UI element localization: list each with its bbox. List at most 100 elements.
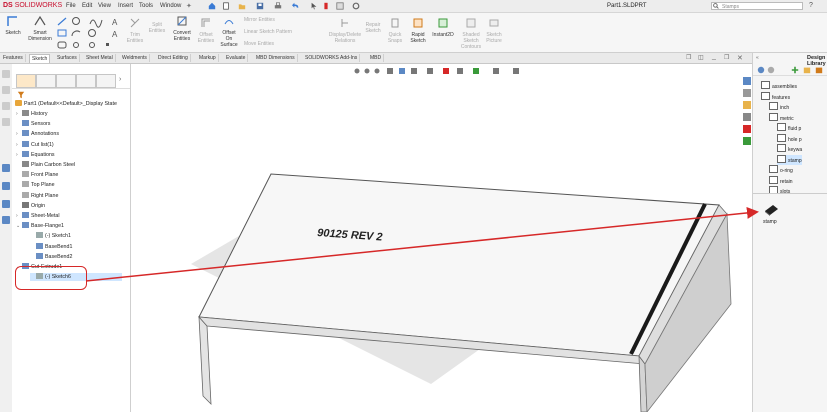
configuration-manager-tab[interactable] xyxy=(56,74,76,88)
tree-item[interactable]: Front Plane xyxy=(16,171,58,179)
display-delete-relations-button[interactable]: Display/Delete Relations xyxy=(328,17,362,44)
move-entities-button[interactable]: Move Entities xyxy=(244,41,274,47)
back-icon[interactable] xyxy=(757,66,765,74)
convert-entities-button[interactable]: Convert Entities xyxy=(170,15,194,42)
appearances-tab[interactable] xyxy=(743,125,751,133)
resources-tab[interactable] xyxy=(743,77,751,85)
tab-features[interactable]: Features xyxy=(1,54,26,62)
tab-surfaces[interactable]: Surfaces xyxy=(55,54,80,62)
collapse-icon[interactable]: « xyxy=(756,55,759,61)
graphics-area[interactable]: 90125 REV 2 xyxy=(131,64,751,414)
display-manager-tab[interactable] xyxy=(96,74,116,88)
offset-entities-button[interactable]: Offset Entities xyxy=(196,17,216,44)
rapid-sketch-button[interactable]: Rapid Sketch xyxy=(408,17,428,44)
strip-icon-5[interactable] xyxy=(2,164,10,172)
restore-icon[interactable]: ❐ xyxy=(686,54,691,61)
menu-insert[interactable]: Insert xyxy=(118,3,133,9)
dimxpert-tab[interactable] xyxy=(76,74,96,88)
menu-file[interactable]: File xyxy=(66,3,76,9)
tree-item[interactable]: › Cut list(1) xyxy=(16,140,54,149)
home-icon[interactable] xyxy=(208,2,216,10)
shaded-sketch-contours-button[interactable]: Shaded Sketch Contours xyxy=(460,17,482,50)
tree-item[interactable]: Sensors xyxy=(16,120,50,128)
tree-root[interactable]: Part1 (Default<<Default>_Display State xyxy=(15,100,117,108)
strip-icon-8[interactable] xyxy=(2,216,10,224)
library-folder[interactable]: inch xyxy=(769,102,789,112)
repair-sketch-button[interactable]: Repair Sketch xyxy=(364,22,382,34)
trim-entities-button[interactable]: Trim Entities xyxy=(126,17,144,44)
stamp-item-icon[interactable] xyxy=(763,203,779,217)
print-icon[interactable] xyxy=(274,2,282,10)
strip-icon-7[interactable] xyxy=(2,200,10,208)
library-folder[interactable]: metric xyxy=(769,112,794,123)
offset-on-surface-button[interactable]: Offset On Surface xyxy=(218,15,240,48)
menu-window[interactable]: Window xyxy=(160,3,181,9)
instant2d-button[interactable]: Instant2D xyxy=(430,17,456,38)
library-folder[interactable]: stamp xyxy=(777,154,802,165)
design-library-tab[interactable] xyxy=(743,89,751,97)
library-folder[interactable]: features xyxy=(761,91,790,102)
tree-item[interactable]: Plain Carbon Steel xyxy=(16,161,75,169)
strip-icon-6[interactable] xyxy=(2,182,10,190)
undo-icon[interactable] xyxy=(292,2,300,10)
menu-edit[interactable]: Edit xyxy=(82,3,92,9)
tree-item[interactable]: › Equations xyxy=(16,150,55,159)
tab-weldments[interactable]: Weldments xyxy=(120,54,150,62)
new-document-icon[interactable] xyxy=(222,2,230,10)
sketch-entity-tools[interactable]: A A xyxy=(56,16,124,49)
tab-solidworks-add-ins[interactable]: SOLIDWORKS Add-Ins xyxy=(303,54,361,62)
sketch-picture-button[interactable]: Sketch Picture xyxy=(484,17,504,44)
quick-snaps-button[interactable]: Quick Snaps xyxy=(386,17,404,44)
tree-item[interactable]: Origin xyxy=(16,201,45,210)
library-folder[interactable]: hole p xyxy=(777,133,802,144)
heads-up-toolbar[interactable] xyxy=(354,68,520,74)
custom-properties-tab[interactable] xyxy=(743,137,751,145)
library-folder[interactable]: keywa xyxy=(777,144,802,154)
tab-markup[interactable]: Markup xyxy=(197,54,219,62)
tree-item[interactable]: › Annotations xyxy=(16,130,59,138)
save-icon[interactable] xyxy=(256,2,264,10)
tree-item[interactable]: (-) Sketch1 xyxy=(30,232,71,240)
tree-item[interactable]: Top Plane xyxy=(16,181,55,189)
open-icon[interactable] xyxy=(238,2,246,10)
tree-item[interactable]: BaseBend2 xyxy=(30,252,72,261)
tree-item[interactable]: › History xyxy=(16,110,47,118)
sketch-button[interactable]: Sketch xyxy=(2,15,24,36)
maximize-icon[interactable]: ❐ xyxy=(724,54,729,61)
tab-direct-editing[interactable]: Direct Editing xyxy=(156,54,191,62)
add-to-library-icon[interactable] xyxy=(791,66,799,74)
tab-sketch[interactable]: Sketch xyxy=(29,54,51,63)
file-explorer-tab[interactable] xyxy=(743,101,751,109)
mirror-entities-button[interactable]: Mirror Entities xyxy=(244,17,275,23)
strip-icon-4[interactable] xyxy=(2,118,10,126)
tab-mbd-dimensions[interactable]: MBD Dimensions xyxy=(254,54,298,62)
tree-item[interactable]: Right Plane xyxy=(16,191,58,200)
tree-item[interactable]: › Sheet-Metal xyxy=(16,212,60,220)
tab-mbd[interactable]: MBD xyxy=(368,54,385,62)
feature-manager-tab[interactable] xyxy=(16,74,36,88)
property-manager-tab[interactable] xyxy=(36,74,56,88)
pin-icon[interactable]: ✦ xyxy=(186,2,192,10)
solidworks-logo[interactable]: DS SOLIDWORKS xyxy=(3,2,62,9)
library-folder[interactable]: fluid p xyxy=(777,123,801,133)
model-left-flange[interactable] xyxy=(198,315,212,406)
strip-icon-3[interactable] xyxy=(2,102,10,110)
menu-view[interactable]: View xyxy=(98,3,111,9)
view-palette-tab[interactable] xyxy=(743,113,751,121)
create-folder-icon[interactable] xyxy=(815,66,823,74)
file-properties-icon[interactable] xyxy=(336,2,344,10)
help-icon[interactable]: ? xyxy=(809,2,813,9)
options-gear-icon[interactable] xyxy=(352,2,360,10)
linear-sketch-pattern-button[interactable]: Linear Sketch Pattern xyxy=(244,29,292,35)
split-entities-button[interactable]: Split Entities xyxy=(148,22,166,34)
close-icon[interactable]: ✕ xyxy=(737,54,743,62)
tile-icon[interactable]: ◫ xyxy=(698,54,704,61)
tab-evaluate[interactable]: Evaluate xyxy=(224,54,249,62)
search-commands-input[interactable]: Stamps xyxy=(711,2,803,10)
library-folder[interactable]: assemblies xyxy=(761,81,797,91)
select-icon[interactable] xyxy=(310,2,318,10)
rebuild-icon[interactable] xyxy=(322,2,330,10)
tree-item[interactable]: BaseBend1 xyxy=(30,242,72,251)
smart-dimension-button[interactable]: Smart Dimension xyxy=(28,15,52,42)
minimize-icon[interactable]: _ xyxy=(712,53,716,60)
